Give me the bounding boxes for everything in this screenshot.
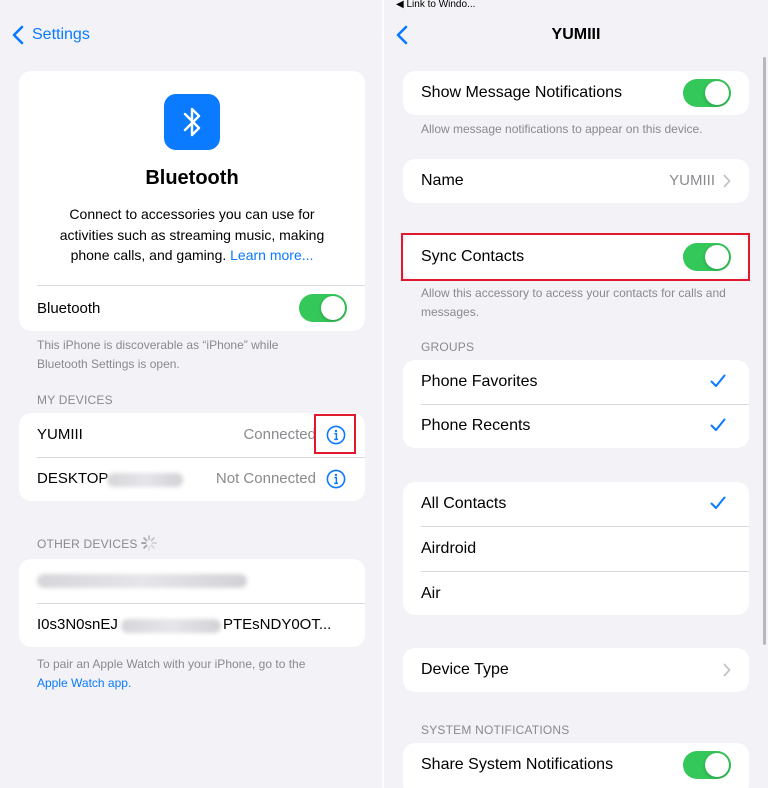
bluetooth-icon bbox=[164, 94, 220, 150]
device-type-label: Device Type bbox=[421, 661, 509, 678]
bluetooth-title: Bluetooth bbox=[145, 167, 239, 189]
device-status: Not Connected bbox=[215, 470, 316, 487]
system-notifications-label: Share System Notifications bbox=[421, 756, 614, 773]
my-devices-header: MY DEVICES bbox=[37, 393, 113, 407]
contact-row-all-contacts[interactable]: All Contacts bbox=[403, 482, 749, 526]
discoverable-note: This iPhone is discoverable as “iPhone” … bbox=[37, 338, 279, 371]
group-label: Phone Recents bbox=[421, 417, 531, 434]
back-to-settings-button[interactable]: Settings bbox=[12, 24, 90, 46]
device-type-row[interactable]: Device Type bbox=[403, 648, 749, 692]
system-notifications-card: Share System Notifications bbox=[403, 743, 749, 788]
bluetooth-description: Connect to accessories you can use for a… bbox=[59, 206, 325, 263]
device-name-prefix: I0s3N0snEJ bbox=[37, 616, 118, 633]
chevron-left-icon bbox=[12, 25, 24, 45]
redacted-text bbox=[107, 473, 183, 487]
message-notifications-caption: Allow message notifications to appear on… bbox=[421, 122, 703, 136]
message-notifications-card: Show Message Notifications bbox=[403, 71, 749, 115]
bluetooth-settings-pane: Settings Bluetooth Connect to accessorie… bbox=[0, 0, 384, 788]
chevron-right-icon bbox=[723, 663, 731, 677]
name-label: Name bbox=[421, 172, 464, 189]
group-label: Phone Favorites bbox=[421, 373, 538, 390]
loading-spinner-icon bbox=[141, 535, 157, 551]
sync-contacts-caption: Allow this accessory to access your cont… bbox=[421, 286, 726, 319]
device-name-suffix: PTEsNDY0OT... bbox=[223, 616, 332, 633]
system-notifications-toggle[interactable] bbox=[683, 751, 731, 779]
apple-watch-note: To pair an Apple Watch with your iPhone,… bbox=[37, 657, 306, 690]
device-row-desktop[interactable]: DESKTOP Not Connected bbox=[19, 457, 365, 501]
device-name: DESKTOP bbox=[37, 470, 109, 487]
bluetooth-toggle-label: Bluetooth bbox=[37, 300, 101, 317]
contact-label: Air bbox=[421, 585, 441, 602]
group-row-phone-recents[interactable]: Phone Recents bbox=[403, 404, 749, 448]
checkmark-icon bbox=[710, 374, 726, 387]
scrollbar[interactable] bbox=[763, 57, 766, 645]
name-row[interactable]: Name YUMIII bbox=[403, 159, 749, 203]
device-name: YUMIII bbox=[37, 426, 83, 443]
apple-watch-app-link[interactable]: Apple Watch app. bbox=[37, 676, 131, 690]
back-label: Settings bbox=[32, 26, 90, 43]
info-icon[interactable] bbox=[326, 469, 346, 489]
message-notifications-label: Show Message Notifications bbox=[421, 84, 622, 101]
name-value: YUMIII bbox=[669, 172, 715, 189]
checkmark-icon bbox=[710, 496, 726, 509]
contact-row-air[interactable]: Air bbox=[403, 572, 749, 615]
checkmark-icon bbox=[710, 418, 726, 431]
redacted-text bbox=[121, 619, 221, 633]
bluetooth-toggle[interactable] bbox=[299, 294, 347, 322]
contact-label: All Contacts bbox=[421, 495, 507, 512]
chevron-right-icon bbox=[723, 174, 731, 188]
device-detail-pane: ◀ Link to Windo... YUMIII Show Message N… bbox=[384, 0, 768, 788]
other-devices-list: I0s3N0snEJ PTEsNDY0OT... bbox=[19, 559, 365, 647]
other-device-row[interactable] bbox=[19, 559, 365, 603]
contact-row-airdroid[interactable]: Airdroid bbox=[403, 527, 749, 571]
redacted-text bbox=[37, 574, 247, 588]
divider bbox=[37, 285, 365, 286]
other-devices-header: OTHER DEVICES bbox=[37, 537, 138, 551]
sync-contacts-highlight bbox=[401, 233, 750, 281]
groups-header: GROUPS bbox=[421, 340, 475, 354]
group-row-phone-favorites[interactable]: Phone Favorites bbox=[403, 360, 749, 404]
link-to-windows-label[interactable]: ◀ Link to Windo... bbox=[396, 0, 475, 10]
contact-label: Airdroid bbox=[421, 540, 477, 557]
contacts-list: All Contacts Airdroid Air bbox=[403, 482, 749, 615]
bluetooth-header-card: Bluetooth Connect to accessories you can… bbox=[19, 71, 365, 331]
other-device-row[interactable]: I0s3N0snEJ PTEsNDY0OT... bbox=[19, 603, 365, 647]
system-notifications-header: SYSTEM NOTIFICATIONS bbox=[421, 723, 570, 737]
learn-more-link[interactable]: Learn more... bbox=[230, 247, 313, 263]
message-notifications-toggle[interactable] bbox=[683, 79, 731, 107]
page-title: YUMIII bbox=[551, 26, 601, 43]
device-status: Connected bbox=[243, 426, 316, 443]
info-button-highlight bbox=[314, 414, 356, 454]
groups-list: Phone Favorites Phone Recents bbox=[403, 360, 749, 448]
